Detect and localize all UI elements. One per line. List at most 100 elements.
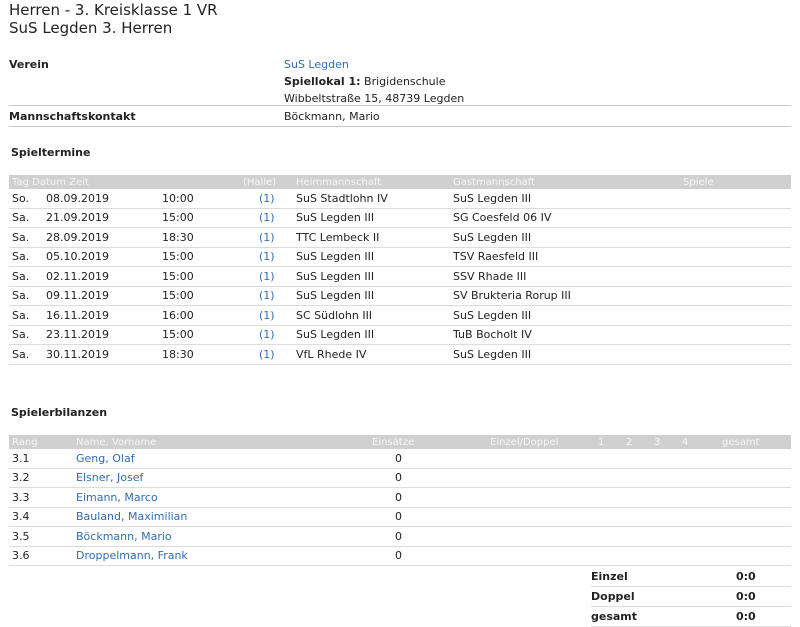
player-link[interactable]: Droppelmann, Frank (76, 549, 188, 562)
halle-link[interactable]: (1) (259, 192, 275, 205)
spiellokal: Spiellokal 1: Brigidenschule (284, 75, 445, 88)
tag: Sa. (9, 286, 43, 306)
spiele (680, 286, 791, 306)
col-spiele: Spiele (680, 175, 791, 189)
gast: SuS Legden III (450, 189, 680, 209)
spiele (680, 189, 791, 209)
summary-label: Einzel (591, 570, 628, 583)
heim: VfL Rhede IV (293, 344, 450, 365)
table-row: 3.1 Geng, Olaf 0 (9, 449, 791, 469)
spiele (680, 227, 791, 248)
col-pos-4: 4 (679, 435, 719, 449)
einsaetze: 0 (363, 487, 478, 508)
table-row: 3.2 Elsner, Josef 0 (9, 468, 791, 488)
gast: SSV Rhade III (450, 266, 680, 287)
player-link[interactable]: Elsner, Josef (76, 471, 143, 484)
kontakt-row: Mannschaftskontakt Böckmann, Mario (9, 106, 791, 127)
spiellokal-address: Wibbeltstraße 15, 48739 Legden (284, 92, 465, 105)
tag: So. (9, 189, 43, 209)
league-title: Herren - 3. Kreisklasse 1 VR (9, 1, 218, 19)
rang: 3.2 (9, 468, 73, 488)
datum: 05.10.2019 (43, 247, 159, 267)
bilanz-summary: Einzel 0:0 Doppel 0:0 gesamt 0:0 (591, 567, 791, 627)
gast: SG Coesfeld 06 IV (450, 208, 680, 228)
heim: SuS Legden III (293, 286, 450, 306)
einsaetze: 0 (363, 449, 478, 469)
datum: 02.11.2019 (43, 266, 159, 287)
player-link[interactable]: Eimann, Marco (76, 491, 158, 504)
player-link[interactable]: Böckmann, Mario (76, 530, 172, 543)
col-gast: Gastmannschaft (450, 175, 680, 189)
rang: 3.1 (9, 449, 73, 469)
heim: SC Südlohn III (293, 305, 450, 326)
col-tag-datum-zeit: Tag Datum Zeit (9, 175, 235, 189)
col-pos-3: 3 (651, 435, 679, 449)
spielerbilanzen-heading: Spielerbilanzen (11, 406, 108, 419)
spiele (680, 305, 791, 326)
spieltermine-table: Tag Datum Zeit (Halle) Heimmannschaft Ga… (9, 175, 791, 365)
zeit: 15:00 (159, 266, 235, 287)
summary-einzel: Einzel 0:0 (591, 567, 791, 587)
gast: TSV Raesfeld III (450, 247, 680, 267)
table-row: 3.6 Droppelmann, Frank 0 (9, 546, 791, 566)
halle-link[interactable]: (1) (259, 211, 275, 224)
col-einzel-doppel: Einzel/Doppel (478, 435, 595, 449)
halle-link[interactable]: (1) (259, 270, 275, 283)
player-link[interactable]: Geng, Olaf (76, 452, 135, 465)
table-row: Sa. 23.11.2019 15:00 (1) SuS Legden III TuB B… (9, 325, 791, 345)
table-row: Sa. 21.09.2019 15:00 (1) SuS Legden III SG Co… (9, 208, 791, 228)
summary-value: 0:0 (736, 590, 756, 603)
tag: Sa. (9, 305, 43, 326)
heim: SuS Legden III (293, 247, 450, 267)
gast: SuS Legden III (450, 227, 680, 248)
spiele (680, 325, 791, 345)
tag: Sa. (9, 325, 43, 345)
heim: SuS Legden III (293, 325, 450, 345)
col-pos-1: 1 (595, 435, 623, 449)
halle-link[interactable]: (1) (259, 309, 275, 322)
datum: 23.11.2019 (43, 325, 159, 345)
heim: SuS Legden III (293, 266, 450, 287)
summary-label: gesamt (591, 610, 638, 623)
tag: Sa. (9, 266, 43, 287)
games-header-row: Tag Datum Zeit (Halle) Heimmannschaft Ga… (9, 175, 791, 189)
datum: 16.11.2019 (43, 305, 159, 326)
zeit: 18:30 (159, 227, 235, 248)
einsaetze: 0 (363, 546, 478, 566)
halle-link[interactable]: (1) (259, 289, 275, 302)
tag: Sa. (9, 247, 43, 267)
heim: TTC Lembeck II (293, 227, 450, 248)
datum: 30.11.2019 (43, 344, 159, 365)
spiellokal-label: Spiellokal 1: (284, 75, 361, 88)
col-einsaetze: Einsätze (363, 435, 478, 449)
col-name: Name, Vorname (73, 435, 363, 449)
zeit: 15:00 (159, 286, 235, 306)
datum: 28.09.2019 (43, 227, 159, 248)
table-row: Sa. 05.10.2019 15:00 (1) SuS Legden III TSV R… (9, 247, 791, 267)
verein-link[interactable]: SuS Legden (284, 58, 349, 71)
einsaetze: 0 (363, 468, 478, 488)
halle-link[interactable]: (1) (259, 348, 275, 361)
table-row: Sa. 02.11.2019 15:00 (1) SuS Legden III SSV R… (9, 266, 791, 287)
gast: SV Brukteria Rorup III (450, 286, 680, 306)
halle-link[interactable]: (1) (259, 231, 275, 244)
tag: Sa. (9, 227, 43, 248)
halle-link[interactable]: (1) (259, 250, 275, 263)
summary-label: Doppel (591, 590, 635, 603)
halle-link[interactable]: (1) (259, 328, 275, 341)
gast: SuS Legden III (450, 344, 680, 365)
col-gesamt: gesamt (719, 435, 791, 449)
spiele (680, 247, 791, 267)
spiellokal-name: Brigidenschule (364, 75, 446, 88)
player-link[interactable]: Bauland, Maximilian (76, 510, 187, 523)
heim: SuS Stadtlohn IV (293, 189, 450, 209)
summary-value: 0:0 (736, 570, 756, 583)
heim: SuS Legden III (293, 208, 450, 228)
table-row: Sa. 30.11.2019 18:30 (1) VfL Rhede IV SuS Leg… (9, 344, 791, 365)
table-row: Sa. 09.11.2019 15:00 (1) SuS Legden III SV Br… (9, 286, 791, 306)
summary-doppel: Doppel 0:0 (591, 587, 791, 607)
rang: 3.4 (9, 507, 73, 527)
col-heim: Heimmannschaft (293, 175, 450, 189)
rang: 3.5 (9, 526, 73, 547)
table-row: So. 08.09.2019 10:00 (1) SuS Stadtlohn IV SuS… (9, 189, 791, 209)
